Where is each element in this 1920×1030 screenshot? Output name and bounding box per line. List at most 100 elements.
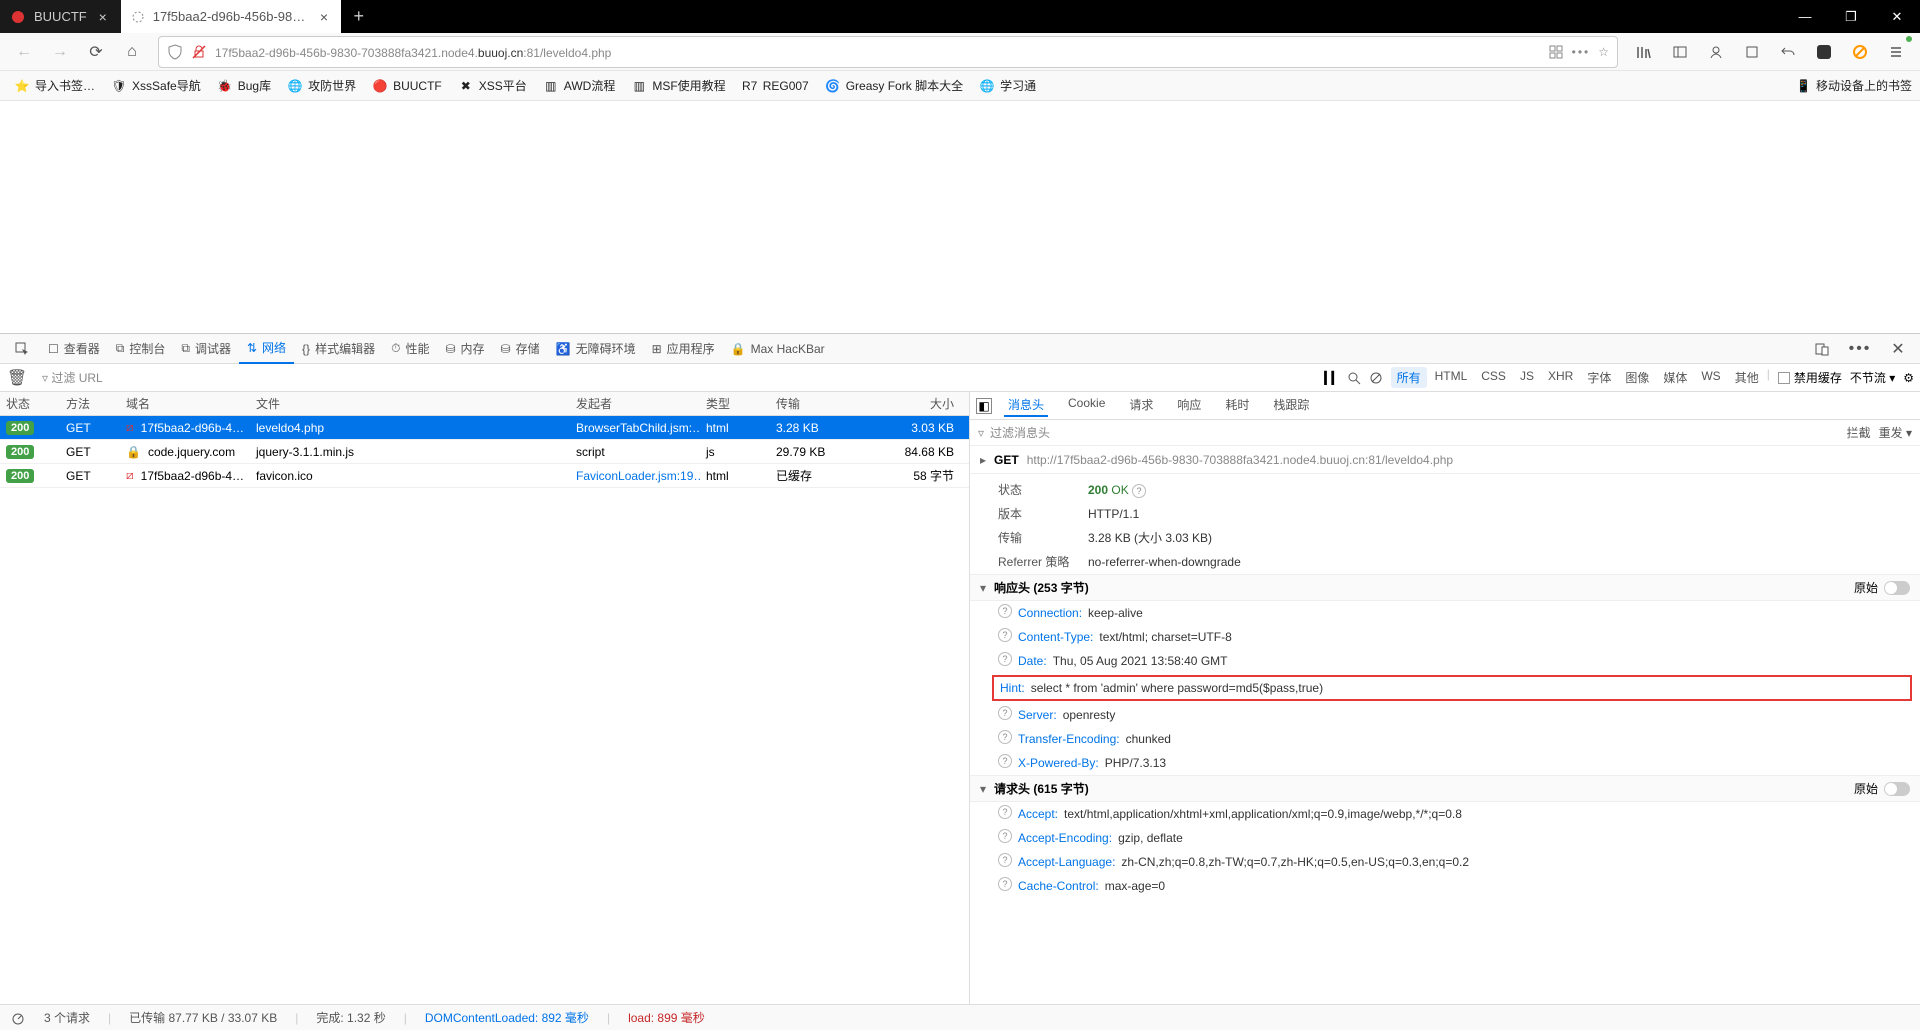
initiator-link[interactable]: FaviconLoader.jsm:19… [576, 469, 700, 483]
chevron-right-icon[interactable]: ▸ [980, 453, 986, 467]
close-icon[interactable]: × [95, 9, 111, 25]
col-size[interactable]: 大小 [890, 395, 960, 412]
detail-tab[interactable]: 响应 [1173, 394, 1205, 417]
block-button[interactable]: 拦截 [1847, 424, 1871, 441]
col-file[interactable]: 文件 [250, 395, 570, 412]
inspect-icon[interactable] [6, 333, 38, 365]
bookmark-star-icon[interactable]: ☆ [1598, 45, 1609, 59]
devtools-tab[interactable]: ⏱性能 [383, 334, 437, 364]
devtools-tab[interactable]: ⧉调试器 [173, 334, 239, 364]
browser-tab-inactive[interactable]: BUUCTF × [0, 0, 121, 33]
ext1-icon[interactable] [1808, 36, 1840, 68]
help-icon[interactable]: ? [998, 805, 1012, 819]
filter-type[interactable]: CSS [1475, 367, 1512, 388]
filter-type[interactable]: 所有 [1391, 367, 1427, 388]
devtools-tab[interactable]: {}样式编辑器 [294, 334, 383, 364]
menu-icon[interactable] [1880, 36, 1912, 68]
bookmark-item[interactable]: ▥AWD流程 [537, 75, 622, 96]
devtools-tab[interactable]: ⊞应用程序 [644, 334, 723, 364]
col-method[interactable]: 方法 [60, 395, 120, 412]
network-row[interactable]: 200 GET ⧄17f5baa2-d96b-4… leveldo4.php B… [0, 416, 969, 440]
bookmark-item[interactable]: 🐞Bug库 [211, 75, 277, 96]
ext2-icon[interactable] [1844, 36, 1876, 68]
account-icon[interactable] [1700, 36, 1732, 68]
bookmark-item[interactable]: ⭐导入书签… [8, 75, 101, 96]
settings-gear-icon[interactable]: ⚙ [1903, 371, 1914, 385]
toggle-panel-icon[interactable]: ◧ [976, 398, 992, 414]
sidebar-icon[interactable] [1664, 36, 1696, 68]
filter-type[interactable]: 其他 [1729, 367, 1765, 388]
bookmark-item[interactable]: R7REG007 [736, 75, 815, 96]
devtools-tab[interactable]: ♿无障碍环境 [548, 334, 644, 364]
extension-icon[interactable] [1736, 36, 1768, 68]
search-icon[interactable] [1347, 371, 1361, 385]
block-icon[interactable] [1369, 371, 1383, 385]
filter-type[interactable]: XHR [1542, 367, 1579, 388]
raw-toggle[interactable] [1884, 782, 1910, 796]
bookmark-item[interactable]: ▥MSF使用教程 [625, 75, 731, 96]
filter-type[interactable]: 字体 [1581, 367, 1617, 388]
bookmark-item[interactable]: 🌀Greasy Fork 脚本大全 [819, 75, 969, 96]
help-icon[interactable]: ? [998, 853, 1012, 867]
more-icon[interactable]: ••• [1572, 45, 1591, 59]
close-icon[interactable]: × [317, 9, 330, 25]
undo-icon[interactable] [1772, 36, 1804, 68]
initiator-link[interactable]: BrowserTabChild.jsm:… [576, 421, 700, 435]
devtools-tab[interactable]: ⛁存储 [493, 334, 548, 364]
bookmark-item[interactable]: 🌐攻防世界 [281, 75, 362, 96]
filter-type[interactable]: HTML [1429, 367, 1474, 388]
help-icon[interactable]: ? [998, 877, 1012, 891]
help-icon[interactable]: ? [998, 754, 1012, 768]
col-transferred[interactable]: 传输 [770, 395, 890, 412]
close-window-button[interactable]: ✕ [1874, 0, 1920, 33]
trash-icon[interactable]: 🗑 [6, 367, 28, 389]
bookmark-item[interactable]: 🛡XssSafe导航 [105, 75, 207, 96]
forward-button[interactable]: → [44, 36, 76, 68]
disable-cache-checkbox[interactable]: 禁用缓存 [1778, 369, 1842, 386]
filter-type[interactable]: 图像 [1619, 367, 1655, 388]
network-row[interactable]: 200 GET ⧄17f5baa2-d96b-4… favicon.ico Fa… [0, 464, 969, 488]
responsive-icon[interactable] [1806, 333, 1838, 365]
help-icon[interactable]: ? [998, 829, 1012, 843]
response-headers-section[interactable]: ▾ 响应头 (253 字节) 原始 [970, 574, 1920, 601]
browser-tab-active[interactable]: 17f5baa2-d96b-456b-9830-7038 × [121, 0, 341, 33]
back-button[interactable]: ← [8, 36, 40, 68]
bookmark-item[interactable]: 🌐学习通 [973, 75, 1042, 96]
maximize-button[interactable]: ❐ [1828, 0, 1874, 33]
help-icon[interactable]: ? [998, 652, 1012, 666]
request-headers-section[interactable]: ▾ 请求头 (615 字节) 原始 [970, 775, 1920, 802]
raw-toggle[interactable] [1884, 581, 1910, 595]
detail-tab[interactable]: 消息头 [1004, 394, 1048, 417]
reader-icon[interactable] [1548, 44, 1564, 60]
devtools-tab[interactable]: 🔒Max HacKBar [723, 334, 833, 364]
throttle-select[interactable]: 不节流 ▾ [1850, 369, 1895, 386]
col-status[interactable]: 状态 [0, 395, 60, 412]
help-icon[interactable]: ? [998, 730, 1012, 744]
home-button[interactable]: ⌂ [116, 36, 148, 68]
detail-tab[interactable]: 耗时 [1221, 394, 1253, 417]
minimize-button[interactable]: — [1782, 0, 1828, 33]
devtools-tab[interactable]: ⇅网络 [239, 334, 294, 364]
library-icon[interactable] [1628, 36, 1660, 68]
col-domain[interactable]: 域名 [120, 395, 250, 412]
bookmark-item[interactable]: ✖XSS平台 [452, 75, 533, 96]
filter-type[interactable]: JS [1514, 367, 1540, 388]
address-box[interactable]: 17f5baa2-d96b-456b-9830-703888fa3421.nod… [158, 36, 1618, 68]
detail-tab[interactable]: 请求 [1125, 394, 1157, 417]
filter-type[interactable]: WS [1695, 367, 1726, 388]
detail-tab[interactable]: 栈跟踪 [1269, 394, 1313, 417]
pause-icon[interactable]: ▍▍ [1324, 371, 1338, 385]
help-icon[interactable]: ? [1132, 484, 1146, 498]
perf-icon[interactable] [10, 1010, 26, 1026]
detail-tab[interactable]: Cookie [1064, 394, 1109, 417]
network-row[interactable]: 200 GET 🔒code.jquery.com jquery-3.1.1.mi… [0, 440, 969, 464]
filter-type[interactable]: 媒体 [1657, 367, 1693, 388]
devtools-tab[interactable]: ⧉控制台 [108, 334, 174, 364]
devtools-close-icon[interactable]: ✕ [1882, 333, 1914, 365]
devtools-tab[interactable]: ⛁内存 [437, 334, 492, 364]
reload-button[interactable]: ⟳ [80, 36, 112, 68]
bookmark-item[interactable]: 🔴BUUCTF [366, 75, 448, 96]
details-filter-placeholder[interactable]: 过滤消息头 [990, 424, 1050, 441]
new-tab-button[interactable]: + [341, 0, 377, 33]
resend-button[interactable]: 重发 ▾ [1879, 424, 1912, 441]
